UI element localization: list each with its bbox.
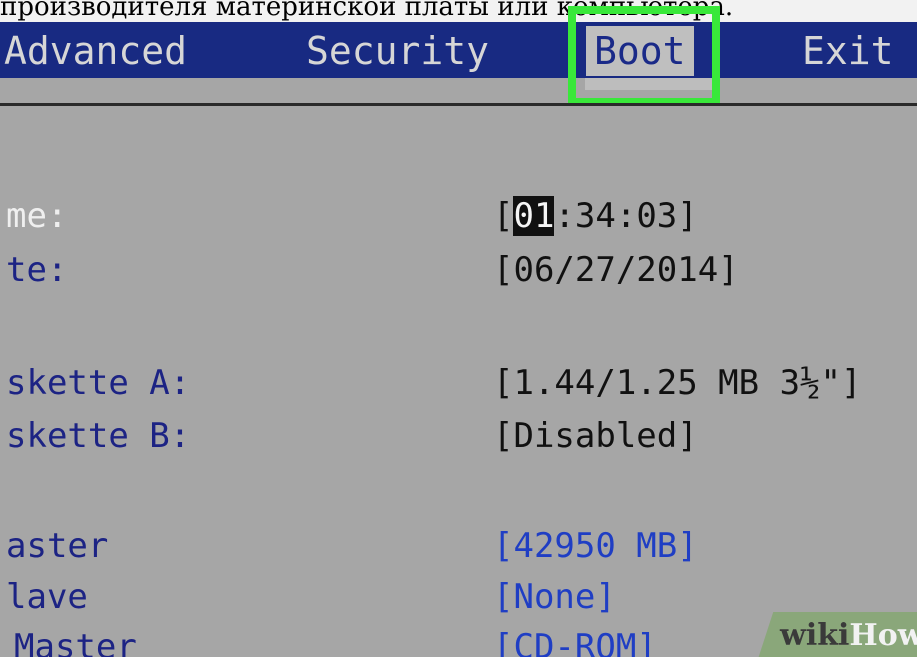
bios-menu-bar: Advanced Security Boot Exit [0,22,917,78]
setting-label-time: me: [6,196,68,236]
boot-tab-highlight-frame [568,6,720,106]
setting-value-secondary-master[interactable]: [CD-ROM] [493,627,657,657]
setting-label-diskette-b: skette B: [6,416,191,456]
setting-value-primary-master[interactable]: [42950 MB] [493,526,698,566]
setting-value-primary-slave[interactable]: [None] [493,577,616,617]
time-minutes-seconds: :34:03] [554,196,698,236]
setting-value-diskette-b[interactable]: [Disabled] [493,416,698,456]
setting-value-time[interactable]: [01:34:03] [493,196,698,236]
setting-label-diskette-a: skette A: [6,363,191,403]
setting-label-secondary-master: Master [14,627,137,657]
setting-label-date: te: [6,250,68,290]
setting-label-primary-slave: lave [6,577,88,617]
time-bracket-open: [ [493,196,514,236]
wikihow-logo: wikiHow [780,616,917,656]
menu-tab-security[interactable]: Security [306,26,489,76]
setting-value-date[interactable]: [06/27/2014] [493,250,739,290]
menu-tab-exit[interactable]: Exit [802,26,894,76]
setting-value-diskette-a[interactable]: [1.44/1.25 MB 3½"] [493,363,861,403]
setting-label-primary-master: aster [6,526,109,566]
caption-strip: производителя материнской платы или комп… [0,0,917,22]
menu-tab-advanced[interactable]: Advanced [4,26,187,76]
menu-separator [0,103,917,106]
time-hours-cursor[interactable]: 01 [513,196,555,236]
wikihow-logo-wiki: wiki [780,618,850,653]
wikihow-logo-how: How [849,618,917,653]
